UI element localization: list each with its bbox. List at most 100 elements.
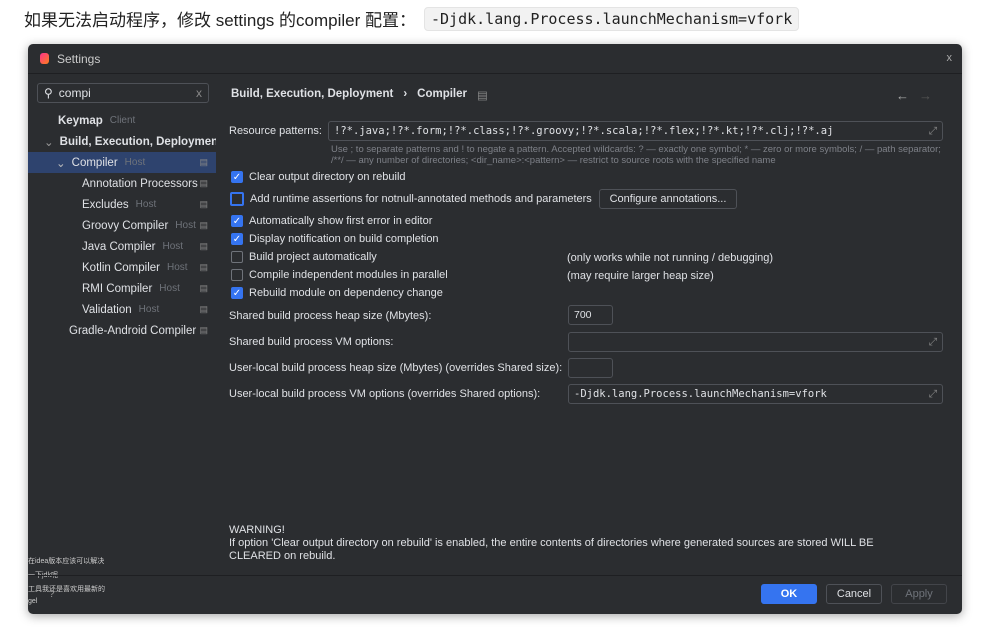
checkbox-checked-icon: ✓ bbox=[231, 287, 243, 299]
heap-size-label: Shared build process heap size (Mbytes): bbox=[229, 310, 432, 322]
sidebar-item-annotation-processors[interactable]: Annotation Processors ▤ bbox=[28, 173, 216, 194]
heap-size-input[interactable]: 700 bbox=[568, 305, 613, 325]
footer-divider bbox=[28, 575, 962, 576]
project-settings-icon: ▤ bbox=[199, 283, 208, 293]
sidebar-item-build[interactable]: ⌄ Build, Execution, Deployment bbox=[28, 131, 216, 152]
project-settings-icon: ▤ bbox=[199, 262, 208, 272]
checkbox-checked-icon: ✓ bbox=[231, 215, 243, 227]
sidebar-item-label: Gradle-Android Compiler bbox=[69, 324, 197, 337]
checkbox-unchecked-icon bbox=[230, 192, 244, 206]
sidebar-item-groovy-compiler[interactable]: Groovy Compiler Host ▤ bbox=[28, 215, 216, 236]
sidebar-item-kotlin-compiler[interactable]: Kotlin Compiler Host ▤ bbox=[28, 257, 216, 278]
chevron-down-icon: ⌄ bbox=[44, 136, 54, 149]
back-arrow-icon[interactable]: ← bbox=[896, 88, 909, 103]
sidebar-item-tag: Host bbox=[138, 304, 160, 315]
project-settings-icon: ▤ bbox=[199, 199, 208, 209]
warning-text: If option 'Clear output directory on reb… bbox=[229, 537, 874, 562]
heading-text: 如果无法启动程序，修改 settings 的compiler 配置： bbox=[24, 11, 416, 30]
checkbox-label: Automatically show first error in editor bbox=[249, 215, 433, 227]
user-vm-options-label: User-local build process VM options (ove… bbox=[229, 388, 541, 400]
display-notification-checkbox[interactable]: ✓ Display notification on build completio… bbox=[231, 233, 439, 245]
checkbox-label: Clear output directory on rebuild bbox=[249, 171, 406, 183]
project-settings-icon: ▤ bbox=[199, 220, 208, 230]
clear-output-checkbox[interactable]: ✓ Clear output directory on rebuild bbox=[231, 171, 406, 183]
heading-code: -Djdk.lang.Process.launchMechanism=vfork bbox=[424, 6, 800, 31]
build-automatically-checkbox[interactable]: Build project automatically bbox=[231, 251, 377, 263]
sidebar-item-label: Kotlin Compiler bbox=[82, 261, 160, 274]
resource-patterns-label: Resource patterns: bbox=[229, 125, 322, 137]
sidebar-item-rmi-compiler[interactable]: RMI Compiler Host ▤ bbox=[28, 278, 216, 299]
checkbox-label: Display notification on build completion bbox=[249, 233, 439, 245]
checkbox-unchecked-icon bbox=[231, 269, 243, 281]
apply-button[interactable]: Apply bbox=[891, 584, 947, 604]
expand-icon[interactable]: ⤢ bbox=[929, 336, 937, 349]
user-heap-size-input[interactable] bbox=[568, 358, 613, 378]
sidebar-item-label: Java Compiler bbox=[82, 240, 156, 253]
sidebar-item-tag: Host bbox=[166, 262, 188, 273]
sidebar-item-tag: Host bbox=[124, 157, 146, 168]
sidebar-item-java-compiler[interactable]: Java Compiler Host ▤ bbox=[28, 236, 216, 257]
checkbox-checked-icon: ✓ bbox=[231, 233, 243, 245]
project-settings-icon: ▤ bbox=[199, 157, 208, 167]
rebuild-on-dependency-checkbox[interactable]: ✓ Rebuild module on dependency change bbox=[231, 287, 443, 299]
sidebar-item-label: Annotation Processors bbox=[82, 177, 198, 190]
sidebar-item-validation[interactable]: Validation Host ▤ bbox=[28, 299, 216, 320]
navigation: ← → bbox=[896, 88, 932, 103]
search-value: compi bbox=[58, 86, 91, 100]
vm-options-input[interactable]: ⤢ bbox=[568, 332, 943, 352]
sidebar-item-label: Keymap bbox=[58, 114, 103, 127]
checkbox-label: Build project automatically bbox=[249, 251, 377, 263]
sidebar-item-tag: Host bbox=[135, 199, 157, 210]
chevron-down-icon: ⌄ bbox=[56, 157, 66, 170]
checkbox-unchecked-icon bbox=[231, 251, 243, 263]
checkbox-label: Compile independent modules in parallel bbox=[249, 269, 448, 281]
project-settings-icon: ▤ bbox=[199, 304, 208, 314]
sidebar-item-gradle-android-compiler[interactable]: Gradle-Android Compiler ▤ bbox=[28, 320, 216, 341]
sidebar-item-keymap[interactable]: Keymap Client bbox=[28, 110, 216, 131]
title-bar: Settings bbox=[28, 44, 962, 74]
project-settings-icon: ▤ bbox=[199, 325, 208, 335]
breadcrumb-separator: › bbox=[403, 88, 408, 100]
dialog-title: Settings bbox=[57, 51, 101, 66]
project-settings-icon: ▤ bbox=[477, 90, 488, 102]
show-first-error-checkbox[interactable]: ✓ Automatically show first error in edito… bbox=[231, 215, 432, 227]
sidebar-item-compiler[interactable]: ⌄ Compiler Host ▤ bbox=[28, 152, 216, 173]
project-settings-icon: ▤ bbox=[199, 241, 208, 251]
runtime-assertions-checkbox[interactable]: Add runtime assertions for notnull-annot… bbox=[230, 192, 592, 206]
user-heap-size-label: User-local build process heap size (Mbyt… bbox=[229, 362, 563, 374]
breadcrumb-parent[interactable]: Build, Execution, Deployment bbox=[231, 88, 393, 102]
sidebar-item-tag: Host bbox=[159, 283, 180, 294]
user-vm-options-input[interactable]: -Djdk.lang.Process.launchMechanism=vfork… bbox=[568, 384, 943, 404]
sidebar-item-tag: Client bbox=[109, 115, 136, 126]
sidebar-item-label: Validation bbox=[82, 303, 132, 316]
search-input[interactable]: ⚲ compi x bbox=[37, 83, 209, 103]
ok-button[interactable]: OK bbox=[761, 584, 817, 604]
vm-options-label: Shared build process VM options: bbox=[229, 336, 394, 348]
cancel-button[interactable]: Cancel bbox=[826, 584, 882, 604]
configure-annotations-button[interactable]: Configure annotations... bbox=[599, 189, 737, 209]
user-vm-options-value: -Djdk.lang.Process.launchMechanism=vfork bbox=[574, 388, 827, 400]
warning-title: WARNING! bbox=[229, 524, 285, 536]
resource-patterns-input[interactable]: !?*.java;!?*.form;!?*.class;!?*.groovy;!… bbox=[328, 121, 943, 141]
checkbox-checked-icon: ✓ bbox=[231, 171, 243, 183]
search-icon: ⚲ bbox=[44, 86, 53, 100]
close-icon[interactable]: x bbox=[947, 52, 953, 64]
help-icon[interactable]: ? bbox=[49, 589, 55, 600]
sidebar-item-label: Compiler bbox=[71, 156, 118, 169]
breadcrumb: Build, Execution, Deployment › Compiler … bbox=[231, 88, 488, 102]
sidebar-item-tag: Host bbox=[162, 241, 184, 252]
sidebar-item-label: Build, Execution, Deployment bbox=[59, 135, 216, 148]
build-automatically-note: (only works while not running / debuggin… bbox=[567, 252, 774, 264]
sidebar-item-excludes[interactable]: Excludes Host ▤ bbox=[28, 194, 216, 215]
project-settings-icon: ▤ bbox=[199, 178, 208, 188]
resource-patterns-hint: /**/ — any number of directories; <dir_n… bbox=[331, 155, 776, 166]
background-fragment: gel bbox=[28, 598, 38, 605]
expand-icon[interactable]: ⤢ bbox=[929, 388, 937, 401]
forward-arrow-icon[interactable]: → bbox=[919, 88, 932, 103]
compile-parallel-checkbox[interactable]: Compile independent modules in parallel bbox=[231, 269, 448, 281]
clear-search-icon[interactable]: x bbox=[196, 86, 202, 100]
background-fragment: 工具我还是喜欢用最新的 bbox=[28, 586, 105, 593]
sidebar-item-label: RMI Compiler bbox=[82, 282, 153, 295]
expand-icon[interactable]: ⤢ bbox=[929, 125, 937, 138]
checkbox-label: Add runtime assertions for notnull-annot… bbox=[250, 193, 592, 205]
